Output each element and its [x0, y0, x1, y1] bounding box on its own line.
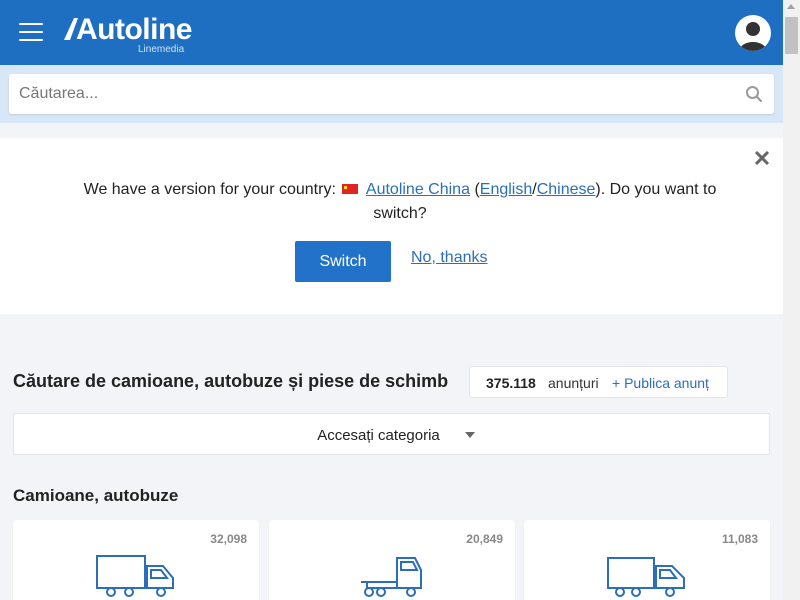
- card-count: 32,098: [210, 532, 247, 546]
- autoline-china-link[interactable]: Autoline China: [366, 181, 470, 198]
- category-card-tractor-units[interactable]: 20,849: [269, 520, 515, 600]
- search-icon[interactable]: [745, 85, 763, 103]
- van-icon: [607, 557, 685, 597]
- scrollbar-thumb[interactable]: [785, 17, 798, 54]
- search-box: [9, 74, 774, 114]
- chevron-down-icon: [465, 432, 475, 438]
- banner-message: We have a version for your country: Auto…: [60, 178, 740, 226]
- scroll-up-arrow-icon[interactable]: [787, 4, 795, 9]
- listing-count: 375.118: [486, 375, 536, 391]
- logo-text: Autoline: [76, 13, 193, 46]
- close-icon[interactable]: [753, 149, 771, 167]
- category-card-vans[interactable]: 11,083: [524, 520, 770, 600]
- search-band: [0, 65, 783, 123]
- category-select[interactable]: Accesați categoria: [13, 413, 770, 455]
- section-title: Căutare de camioane, autobuze și piese d…: [13, 371, 449, 391]
- country-banner: We have a version for your country: Auto…: [0, 138, 783, 314]
- subsection-title: Camioane, autobuze: [13, 486, 179, 505]
- no-thanks-link[interactable]: No, thanks: [411, 249, 487, 267]
- tractor-unit-icon: [361, 557, 422, 597]
- vertical-scrollbar[interactable]: [783, 0, 800, 600]
- app-header: Autoline Linemedia: [0, 0, 783, 65]
- page: Autoline Linemedia We have a version for…: [0, 0, 783, 600]
- chinese-link[interactable]: Chinese: [537, 181, 596, 198]
- english-link[interactable]: English: [480, 181, 532, 198]
- user-avatar-icon[interactable]: [735, 15, 771, 51]
- category-card-trucks[interactable]: 32,098: [13, 520, 259, 600]
- card-count: 11,083: [721, 532, 758, 546]
- listing-count-box: 375.118 anunțuri + Publica anunț: [469, 366, 728, 398]
- hamburger-menu-icon[interactable]: [19, 23, 43, 43]
- banner-text-before: We have a version for your country:: [83, 181, 336, 198]
- listing-count-label: anunțuri: [548, 375, 599, 391]
- search-input[interactable]: [9, 74, 729, 114]
- logo-subtext: Linemedia: [138, 44, 185, 55]
- card-count: 20,849: [466, 532, 503, 546]
- box-truck-icon: [96, 555, 174, 597]
- publish-ad-link[interactable]: + Publica anunț: [612, 375, 709, 391]
- category-select-label: Accesați categoria: [317, 427, 440, 444]
- switch-button[interactable]: Switch: [295, 241, 391, 282]
- china-flag-icon: [342, 184, 359, 194]
